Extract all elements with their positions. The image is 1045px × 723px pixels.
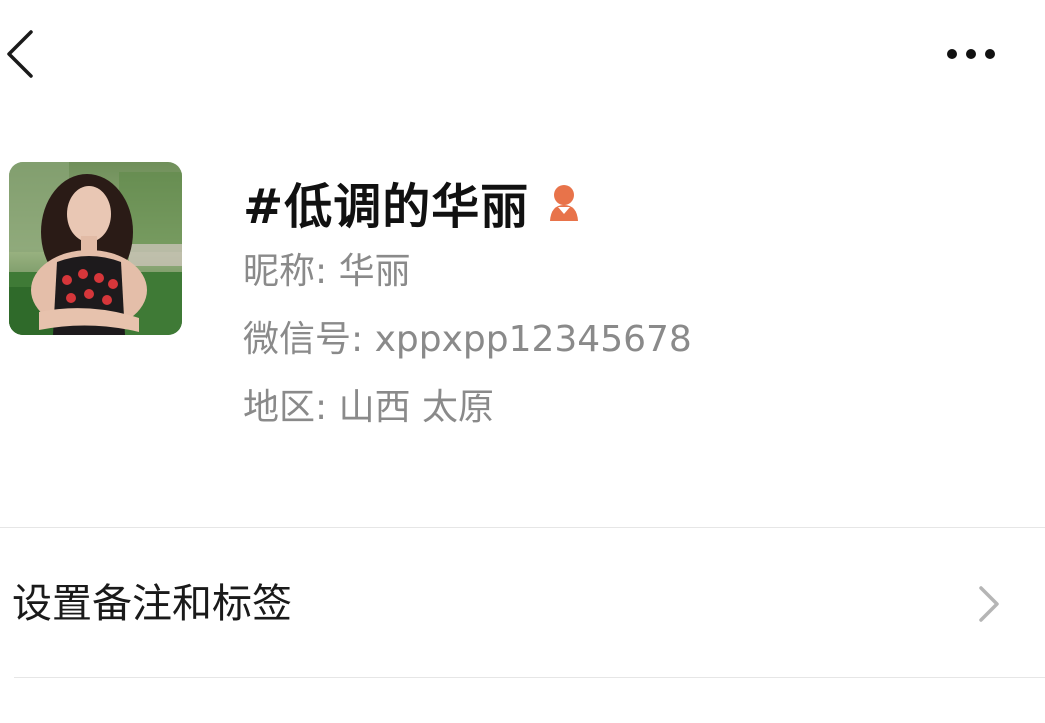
display-name: #低调的华丽 (243, 179, 530, 235)
name-row: #低调的华丽 (243, 166, 692, 238)
region-text: 地区: 山西 太原 (243, 387, 495, 428)
more-horizontal-icon (947, 49, 995, 59)
nickname-text: 昵称: 华丽 (243, 251, 411, 292)
divider (14, 677, 1045, 678)
avatar[interactable] (9, 162, 182, 335)
set-remark-and-tags-label: 设置备注和标签 (12, 581, 292, 627)
profile-info: #低调的华丽 昵称: 华丽 微信号: xppxpp12345678 地区: 山西… (243, 166, 692, 442)
profile-card: #低调的华丽 昵称: 华丽 微信号: xppxpp12345678 地区: 山西… (0, 150, 1045, 470)
more-options-button[interactable] (935, 34, 1007, 74)
top-bar (0, 0, 1045, 110)
avatar-photo (9, 162, 182, 335)
back-button[interactable] (0, 22, 50, 86)
wechat-id-text: 微信号: xppxpp12345678 (243, 319, 692, 360)
female-user-icon (543, 181, 585, 223)
chevron-right-icon (979, 586, 999, 622)
set-remark-and-tags-row[interactable]: 设置备注和标签 (0, 528, 1045, 677)
chevron-left-icon (7, 30, 33, 78)
